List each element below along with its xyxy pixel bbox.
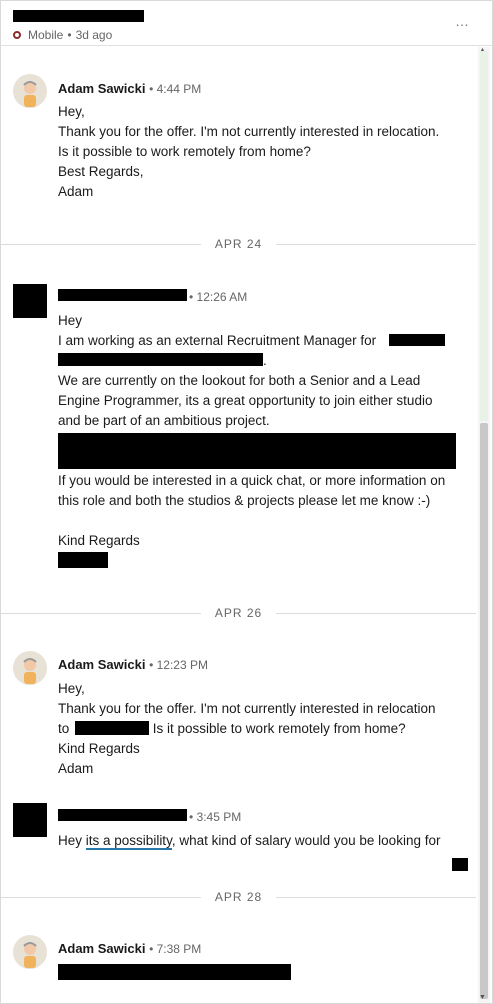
time-bullet: • [189,810,194,824]
avatar[interactable] [13,284,47,318]
redacted-company [58,353,263,366]
mobile-status-icon [13,31,21,39]
time-bullet: • [149,82,154,96]
scroll-down-icon[interactable]: ▼ [479,994,486,1001]
date-label: APR 24 [200,237,277,251]
redacted-message [58,964,291,980]
redacted-location [75,721,149,735]
message-body: Hey, Thank you for the offer. I'm not cu… [58,102,439,202]
time-bullet: • [189,290,194,304]
date-label: APR 26 [200,606,277,620]
message-line: Thank you for the offer. I'm not current… [58,124,440,139]
last-active: 3d ago [75,28,113,42]
sender-name[interactable]: Adam Sawicki [58,657,145,672]
message-sender[interactable]: Adam Sawicki • 12:23 PM [58,657,208,672]
scroll-thumb[interactable] [480,423,488,999]
message-sender[interactable]: Adam Sawicki • 4:44 PM [58,81,201,96]
message-line: Hey [58,313,83,328]
redacted-company [389,334,445,346]
message-line: and be part of an ambitious project. [58,413,270,428]
message-line: Is it possible to work remotely from hom… [58,144,311,159]
message-time: 12:26 AM [196,290,248,304]
message-line: If you would be interested in a quick ch… [58,473,446,488]
message-line: Engine Programmer, its a great opportuni… [58,393,433,408]
message-line: Thank you for the offer. I'm not current… [58,701,436,716]
message-line: Hey, [58,104,85,119]
message-line: Kind Regards [58,533,140,548]
redacted-paragraph [58,433,456,469]
message-body: Hey I am working as an external Recruitm… [58,311,432,431]
time-bullet: • [149,942,154,956]
message-sender: • 3:45 PM [189,809,241,824]
message-time: 4:44 PM [156,82,202,96]
spellcheck-highlight[interactable]: its a possibility [85,833,172,850]
avatar[interactable] [13,651,47,685]
conversation-window: Mobile • 3d ago … ▲ ▼ Adam Sawicki • 4:4… [0,0,493,1004]
redacted-sender-name [58,289,187,301]
redacted-text [452,858,468,871]
date-label: APR 28 [200,890,277,904]
message-body-cont: If you would be interested in a quick ch… [58,471,445,511]
message-line: We are currently on the lookout for both… [58,373,421,388]
conversation-header: Mobile • 3d ago … [1,1,492,46]
time-bullet: • [149,658,154,672]
avatar[interactable] [13,803,47,837]
message-sender[interactable]: Adam Sawicki • 7:38 PM [58,941,201,956]
scroll-track-highlight [480,51,488,421]
message-line: Hey its a possibility, what kind of sala… [58,833,441,850]
message-line: Kind Regards [58,741,140,756]
message-time: 7:38 PM [156,942,202,956]
status-row: Mobile • 3d ago [13,28,112,42]
message-body: Hey its a possibility, what kind of sala… [58,831,440,851]
redacted-signature [58,552,108,568]
date-separator: APR 24 [1,235,476,255]
sender-name[interactable]: Adam Sawicki [58,81,145,96]
message-line: this role and both the studios & project… [58,493,431,508]
message-line: Best Regards, [58,164,144,179]
avatar[interactable] [13,74,47,108]
avatar[interactable] [13,935,47,969]
status-text: Mobile [28,28,64,42]
message-time: 12:23 PM [156,658,208,672]
message-sender: • 12:26 AM [189,289,247,304]
message-line: Adam [58,761,94,776]
more-options-icon[interactable]: … [455,13,470,29]
date-separator: APR 28 [1,888,476,908]
message-time: 3:45 PM [196,810,242,824]
scrollbar[interactable]: ▲ ▼ [478,47,490,1003]
date-separator: APR 26 [1,604,476,624]
message-signoff: Kind Regards [58,531,140,551]
redacted-sender-name [58,809,187,821]
sender-name[interactable]: Adam Sawicki [58,941,145,956]
message-line: Adam [58,184,94,199]
message-line: Hey, [58,681,85,696]
redacted-contact-name [13,10,144,22]
message-line: I am working as an external Recruitment … [58,333,377,348]
status-separator: • [67,28,72,42]
